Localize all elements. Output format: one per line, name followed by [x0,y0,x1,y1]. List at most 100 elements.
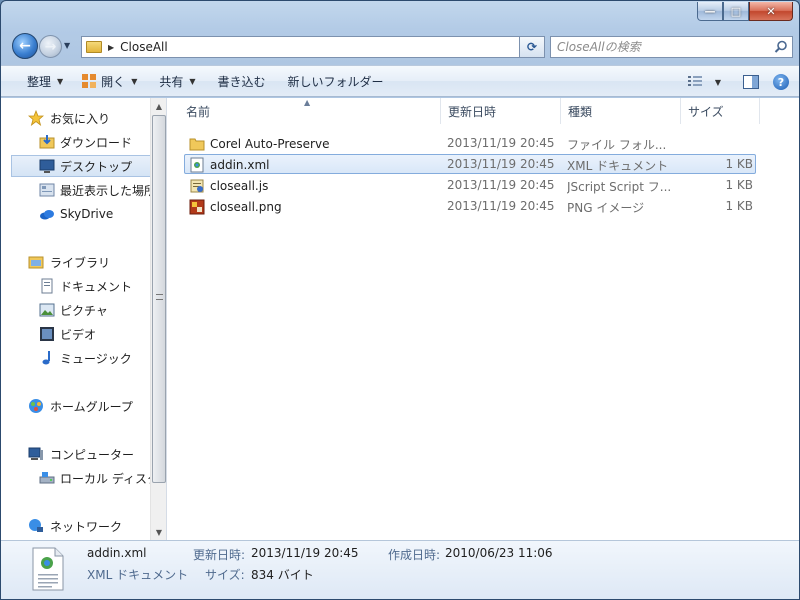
details-size-value: 834 バイト [251,568,314,582]
search-box[interactable] [550,36,793,58]
file-size: 1 KB [725,199,753,213]
sidebar-item-downloads[interactable]: ダウンロード [1,131,132,153]
forward-button[interactable]: → [39,35,62,58]
main-content: お気に入り ダウンロード デスクトップ 最近表示した場所 SkyDrive ライ [1,98,799,540]
sidebar-item-pictures[interactable]: ピクチャ [1,299,108,321]
sidebar-item-network[interactable]: ネットワーク [1,515,122,537]
table-row[interactable]: addin.xml 2013/11/19 20:45 XML ドキュメント 1 … [184,154,756,174]
file-type: ファイル フォル... [567,138,667,152]
back-button[interactable]: ← [12,33,38,59]
table-row[interactable]: closeall.png 2013/11/19 20:45 PNG イメージ 1… [184,196,756,216]
burn-label: 書き込む [217,74,266,89]
skydrive-icon [40,210,54,220]
details-filename: addin.xml [87,546,147,560]
music-icon [42,351,50,365]
sidebar-item-local-disk[interactable]: ローカル ディスク (C:) [1,467,166,489]
file-name: closeall.png [210,200,282,214]
chevron-down-icon: ▼ [131,76,138,86]
refresh-button[interactable]: ⟳ [519,36,545,58]
burn-button[interactable]: 書き込む [210,69,274,93]
breadcrumb-current[interactable]: CloseAll [120,40,168,54]
sidebar-item-label: ビデオ [60,327,97,342]
homegroup-icon [29,399,43,413]
sidebar-item-favorites[interactable]: お気に入り [1,107,110,129]
file-type: JScript Script フ... [567,180,672,194]
chevron-down-icon: ▼ [57,76,64,86]
details-created-label: 作成日時: [388,548,441,562]
file-name: Corel Auto-Preserve [210,137,330,151]
organize-label: 整理 [27,74,52,89]
scroll-up-icon[interactable]: ▲ [151,98,166,114]
search-input[interactable] [557,40,772,54]
table-row[interactable]: Corel Auto-Preserve 2013/11/19 20:45 ファイ… [184,133,756,153]
column-header-type[interactable]: 種類 [560,98,681,124]
navigation-bar: ← → ▼ ▶ CloseAll ▼ ⟳ [9,31,793,61]
file-list: ▲ 名前 更新日時 種類 サイズ Corel Auto-Preserve 201… [168,98,799,540]
sidebar-item-recent-places[interactable]: 最近表示した場所 [1,179,156,201]
preview-pane-icon [743,75,759,89]
help-icon: ? [773,74,789,90]
sidebar-item-label: ピクチャ [60,303,108,318]
organize-button[interactable]: 整理 ▼ [19,69,71,93]
share-button[interactable]: 共有 ▼ [151,69,203,93]
table-row[interactable]: closeall.js 2013/11/19 20:45 JScript Scr… [184,175,756,195]
close-button[interactable]: ✕ [749,2,793,21]
recent-places-icon [39,183,55,197]
back-arrow-icon: ← [19,38,31,54]
sidebar-item-label: 最近表示した場所 [60,183,157,198]
open-button[interactable]: 開く ▼ [73,69,145,93]
chevron-down-icon: ▼ [714,77,721,87]
sidebar-item-computer[interactable]: コンピューター [1,443,134,465]
explorer-window: — □ ✕ ← → ▼ ▶ CloseAll ▼ ⟳ 整理 ▼ [0,0,800,600]
search-icon[interactable] [774,40,788,54]
folder-icon [86,41,102,53]
maximize-button[interactable]: □ [723,2,749,21]
navigation-scrollbar[interactable]: ▲ ▼ [150,98,166,540]
details-modified-label: 更新日時: [193,548,246,562]
minimize-button[interactable]: — [697,2,723,21]
share-label: 共有 [159,74,184,89]
refresh-icon: ⟳ [526,40,538,54]
forward-arrow-icon: → [44,38,57,55]
file-name-cell: addin.xml [189,157,439,173]
column-header-date[interactable]: 更新日時 [440,98,561,124]
scroll-down-icon[interactable]: ▼ [151,524,166,540]
details-pane: addin.xml XML ドキュメント 更新日時: 2013/11/19 20… [1,540,799,599]
grip-icon [156,294,163,300]
file-type: PNG イメージ [567,201,645,215]
column-header-size[interactable]: サイズ [680,98,760,124]
file-name-cell: closeall.png [189,199,439,215]
recent-pages-dropdown[interactable]: ▼ [64,41,74,51]
sidebar-item-label: ダウンロード [60,135,133,150]
script-file-icon [190,179,204,193]
sidebar-item-music[interactable]: ミュージック [1,347,132,369]
sidebar-item-label: ミュージック [60,351,132,366]
column-header-name[interactable]: 名前 [178,98,441,124]
sidebar-item-desktop[interactable]: デスクトップ [11,155,151,177]
network-icon [29,519,43,532]
sidebar-item-label: デスクトップ [60,159,133,174]
sidebar-item-documents[interactable]: ドキュメント [1,275,132,297]
new-folder-button[interactable]: 新しいフォルダー [280,69,392,93]
download-folder-icon [39,135,55,149]
help-button[interactable]: ? [769,70,793,94]
breadcrumb-separator-icon[interactable]: ▶ [108,43,114,52]
view-details-icon [687,76,702,86]
file-size: 1 KB [725,157,753,171]
pictures-icon [39,303,55,317]
file-name-cell: closeall.js [189,178,439,194]
sidebar-item-label: ライブラリ [50,255,111,270]
sidebar-item-videos[interactable]: ビデオ [1,323,96,345]
navigation-pane: お気に入り ダウンロード デスクトップ 最近表示した場所 SkyDrive ライ [1,98,167,540]
sidebar-item-label: お気に入り [50,111,111,126]
details-size-label: サイズ: [205,568,245,582]
sidebar-item-homegroup[interactable]: ホームグループ [1,395,133,417]
sidebar-item-skydrive[interactable]: SkyDrive [1,203,113,225]
address-bar[interactable]: ▶ CloseAll ▼ [81,36,543,58]
caption-buttons: — □ ✕ [697,2,793,21]
scrollbar-thumb[interactable] [152,115,166,483]
change-view-button[interactable]: ▼ [681,70,727,94]
preview-pane-button[interactable] [739,70,763,94]
close-icon: ✕ [766,4,776,18]
sidebar-item-libraries[interactable]: ライブラリ [1,251,110,273]
